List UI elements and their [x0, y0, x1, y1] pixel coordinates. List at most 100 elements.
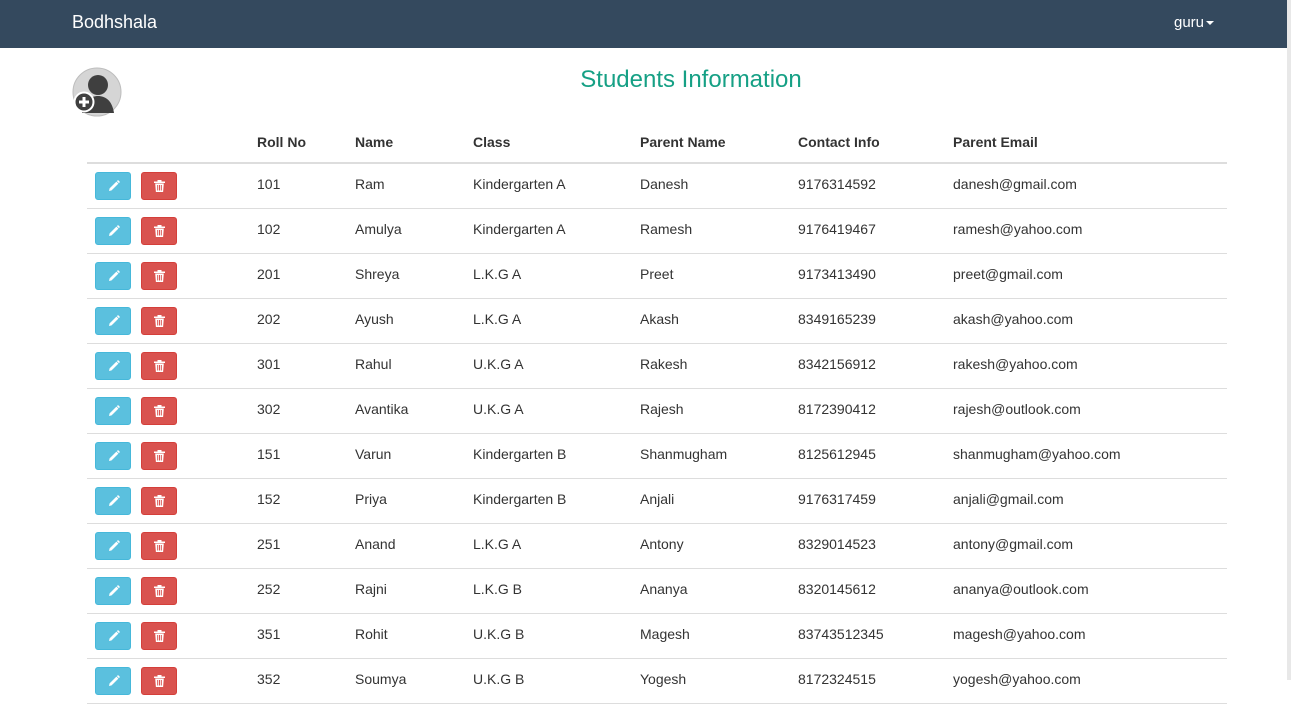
- row-actions: [87, 163, 257, 209]
- trash-icon: [154, 495, 165, 507]
- cell-contact-info: 9176314592: [798, 163, 953, 209]
- cell-parent-name: Rakesh: [640, 343, 798, 389]
- pencil-icon: [109, 450, 120, 461]
- cell-parent-email: preet@gmail.com: [953, 253, 1227, 299]
- edit-button[interactable]: [95, 172, 131, 200]
- cell-class: U.K.G B: [473, 613, 640, 659]
- scrollbar[interactable]: [1287, 0, 1291, 680]
- delete-button[interactable]: [141, 667, 177, 695]
- table-row: 101 Ram Kindergarten A Danesh 9176314592 dane…: [87, 163, 1227, 209]
- table-row: 301 Rahul U.K.G A Rakesh 8342156912 rakesh@ya…: [87, 343, 1227, 389]
- edit-button[interactable]: [95, 622, 131, 650]
- pencil-icon: [109, 585, 120, 596]
- cell-parent-email: akash@yahoo.com: [953, 298, 1227, 344]
- cell-class: Kindergarten B: [473, 433, 640, 479]
- trash-icon: [154, 630, 165, 642]
- pencil-icon: [109, 675, 120, 686]
- cell-name: Varun: [355, 433, 473, 479]
- delete-button[interactable]: [141, 307, 177, 335]
- cell-name: Ram: [355, 163, 473, 209]
- cell-class: L.K.G A: [473, 298, 640, 344]
- cell-class: Kindergarten B: [473, 478, 640, 524]
- edit-button[interactable]: [95, 352, 131, 380]
- table-row: 302 Avantika U.K.G A Rajesh 8172390412 rajesh…: [87, 388, 1227, 434]
- pencil-icon: [109, 360, 120, 371]
- cell-name: Shreya: [355, 253, 473, 299]
- pencil-icon: [109, 405, 120, 416]
- row-actions: [87, 433, 257, 479]
- cell-roll-no: 251: [257, 523, 355, 569]
- delete-button[interactable]: [141, 217, 177, 245]
- edit-button[interactable]: [95, 262, 131, 290]
- cell-roll-no: 151: [257, 433, 355, 479]
- cell-parent-name: Rajesh: [640, 388, 798, 434]
- row-actions: [87, 253, 257, 299]
- trash-icon: [154, 315, 165, 327]
- header-actions: [87, 118, 257, 164]
- row-actions: [87, 343, 257, 389]
- edit-button[interactable]: [95, 532, 131, 560]
- trash-icon: [154, 270, 165, 282]
- header-class: Class: [473, 118, 640, 164]
- cell-class: U.K.G B: [473, 658, 640, 704]
- cell-parent-name: Magesh: [640, 613, 798, 659]
- delete-button[interactable]: [141, 442, 177, 470]
- trash-icon: [154, 675, 165, 687]
- cell-name: Ayush: [355, 298, 473, 344]
- cell-parent-name: Anjali: [640, 478, 798, 524]
- cell-parent-email: anjali@gmail.com: [953, 478, 1227, 524]
- edit-button[interactable]: [95, 442, 131, 470]
- cell-contact-info: 9176317459: [798, 478, 953, 524]
- edit-button[interactable]: [95, 667, 131, 695]
- cell-contact-info: 9176419467: [798, 208, 953, 254]
- delete-button[interactable]: [141, 397, 177, 425]
- table-row: 352 Soumya U.K.G B Yogesh 8172324515 yogesh@y…: [87, 658, 1227, 704]
- table-row: 251 Anand L.K.G A Antony 8329014523 antony@gm…: [87, 523, 1227, 569]
- cell-name: Anand: [355, 523, 473, 569]
- header-parent-name: Parent Name: [640, 118, 798, 164]
- cell-class: L.K.G A: [473, 253, 640, 299]
- delete-button[interactable]: [141, 487, 177, 515]
- trash-icon: [154, 540, 165, 552]
- table-row: 252 Rajni L.K.G B Ananya 8320145612 ananya@ou…: [87, 568, 1227, 614]
- cell-class: Kindergarten A: [473, 208, 640, 254]
- cell-name: Rajni: [355, 568, 473, 614]
- edit-button[interactable]: [95, 577, 131, 605]
- cell-roll-no: 302: [257, 388, 355, 434]
- user-menu-toggle[interactable]: guru: [1174, 14, 1215, 32]
- table-row: 102 Amulya Kindergarten A Ramesh 9176419467 r…: [87, 208, 1227, 254]
- cell-parent-email: rakesh@yahoo.com: [953, 343, 1227, 389]
- cell-roll-no: 352: [257, 658, 355, 704]
- trash-icon: [154, 585, 165, 597]
- table-row: 201 Shreya L.K.G A Preet 9173413490 preet@gma…: [87, 253, 1227, 299]
- row-actions: [87, 208, 257, 254]
- cell-parent-email: magesh@yahoo.com: [953, 613, 1227, 659]
- header-parent-email: Parent Email: [953, 118, 1227, 164]
- cell-roll-no: 202: [257, 298, 355, 344]
- cell-name: Soumya: [355, 658, 473, 704]
- delete-button[interactable]: [141, 262, 177, 290]
- edit-button[interactable]: [95, 397, 131, 425]
- edit-button[interactable]: [95, 307, 131, 335]
- cell-contact-info: 9173413490: [798, 253, 953, 299]
- table-body: 101 Ram Kindergarten A Danesh 9176314592 dane…: [87, 163, 1227, 704]
- user-name: guru: [1174, 14, 1205, 31]
- delete-button[interactable]: [141, 577, 177, 605]
- cell-name: Priya: [355, 478, 473, 524]
- pencil-icon: [109, 225, 120, 236]
- trash-icon: [154, 450, 165, 462]
- cell-roll-no: 102: [257, 208, 355, 254]
- row-actions: [87, 568, 257, 614]
- edit-button[interactable]: [95, 217, 131, 245]
- cell-roll-no: 101: [257, 163, 355, 209]
- brand-link[interactable]: Bodhshala: [72, 12, 157, 32]
- cell-contact-info: 8349165239: [798, 298, 953, 344]
- delete-button[interactable]: [141, 172, 177, 200]
- header-name: Name: [355, 118, 473, 164]
- delete-button[interactable]: [141, 622, 177, 650]
- edit-button[interactable]: [95, 487, 131, 515]
- delete-button[interactable]: [141, 532, 177, 560]
- delete-button[interactable]: [141, 352, 177, 380]
- cell-roll-no: 252: [257, 568, 355, 614]
- row-actions: [87, 613, 257, 659]
